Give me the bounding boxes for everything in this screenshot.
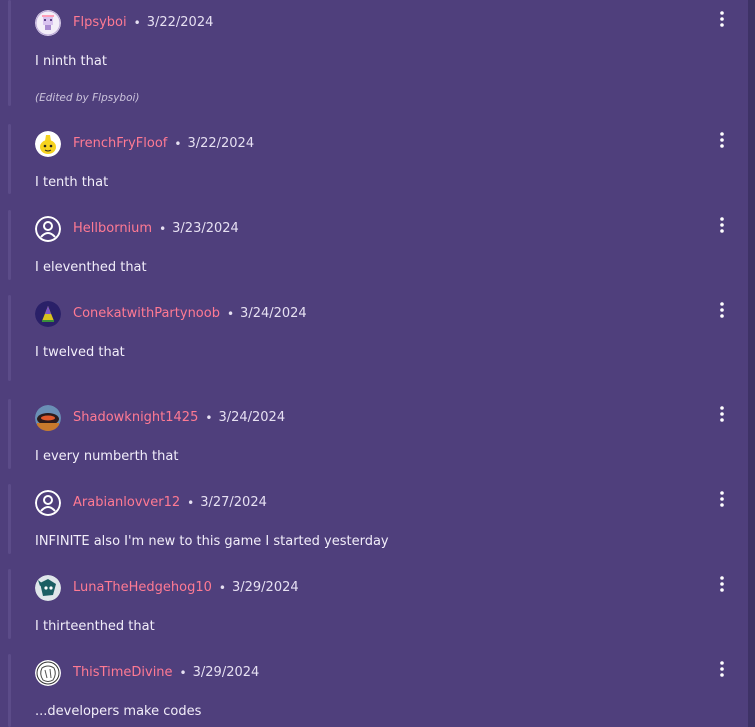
thread-line (8, 210, 11, 280)
pixel-character-avatar-icon[interactable] (35, 10, 61, 36)
comment-header: FrenchFryFloof • 3/22/2024 (35, 130, 254, 158)
comment-date: 3/23/2024 (172, 221, 239, 236)
thread-line (8, 569, 11, 639)
shadow-knight-avatar-icon[interactable] (35, 405, 61, 431)
separator-dot: • (179, 666, 187, 680)
kebab-menu-icon[interactable] (712, 659, 732, 679)
kebab-menu-icon[interactable] (712, 130, 732, 150)
edited-note: (Edited by Flpsyboi) (35, 92, 140, 104)
comment-date: 3/27/2024 (200, 495, 267, 510)
kebab-menu-icon[interactable] (712, 9, 732, 29)
comment-header: ThisTimeDivine • 3/29/2024 (35, 659, 259, 687)
separator-dot: • (226, 307, 235, 321)
separator-dot: • (205, 411, 213, 425)
comment-username[interactable]: Flpsyboi (73, 15, 127, 31)
comment-username[interactable]: Shadowknight1425 (73, 410, 198, 426)
comment-username[interactable]: Hellbornium (73, 221, 152, 237)
comment-header: ConekatwithPartynoob • 3/24/2024 (35, 300, 307, 328)
comment-header: Arabianlovver12 • 3/27/2024 (35, 489, 267, 517)
party-hat-avatar-icon[interactable] (35, 301, 61, 327)
comment-date: 3/29/2024 (192, 665, 260, 680)
thread-line (8, 484, 11, 554)
comment-body: I eleventhed that (35, 260, 147, 275)
comment-body: I thirteenthed that (35, 619, 155, 634)
comment-date: 3/22/2024 (187, 136, 255, 151)
scrollbar-track[interactable] (748, 0, 755, 727)
comments-panel: Flpsyboi • 3/22/2024 I ninth that (Edite… (0, 0, 748, 727)
comment-header: Flpsyboi • 3/22/2024 (35, 9, 213, 37)
thread-line (8, 399, 11, 469)
sketch-avatar-icon[interactable] (35, 660, 61, 686)
thread-line (8, 0, 11, 106)
comment-body: INFINITE also I'm new to this game I sta… (35, 534, 389, 549)
separator-dot: • (174, 137, 182, 151)
comment-date: 3/24/2024 (218, 410, 286, 425)
comment-date: 3/29/2024 (231, 580, 299, 595)
thread-line (8, 295, 11, 381)
kebab-menu-icon[interactable] (712, 300, 732, 320)
comment-username[interactable]: ThisTimeDivine (73, 665, 173, 681)
hedgehog-avatar-icon[interactable] (35, 575, 61, 601)
separator-dot: • (159, 222, 167, 236)
comment-username[interactable]: ConekatwithPartynoob (73, 306, 220, 322)
kebab-menu-icon[interactable] (712, 489, 732, 509)
thread-line (8, 654, 11, 727)
comment-username[interactable]: Arabianlovver12 (73, 495, 180, 511)
comment-date: 3/22/2024 (146, 15, 214, 30)
comment-body: ...developers make codes (35, 704, 202, 719)
separator-dot: • (133, 16, 141, 30)
comment-body: I twelved that (35, 345, 125, 360)
thread-line (8, 124, 11, 194)
default-user-avatar-icon[interactable] (35, 216, 61, 242)
comment-header: Shadowknight1425 • 3/24/2024 (35, 404, 285, 432)
default-user-avatar-icon[interactable] (35, 490, 61, 516)
comment-body: I tenth that (35, 175, 109, 190)
comment-header: LunaTheHedgehog10 • 3/29/2024 (35, 574, 299, 602)
comment-date: 3/24/2024 (240, 306, 307, 321)
comment-body: I ninth that (35, 54, 107, 69)
comment-username[interactable]: LunaTheHedgehog10 (73, 580, 212, 596)
kebab-menu-icon[interactable] (712, 574, 732, 594)
kebab-menu-icon[interactable] (712, 215, 732, 235)
separator-dot: • (187, 496, 195, 510)
comment-username[interactable]: FrenchFryFloof (73, 136, 167, 152)
comment-body: I every numberth that (35, 449, 179, 464)
comment-header: Hellbornium • 3/23/2024 (35, 215, 239, 243)
kebab-menu-icon[interactable] (712, 404, 732, 424)
separator-dot: • (218, 581, 226, 595)
yellow-character-avatar-icon[interactable] (35, 131, 61, 157)
